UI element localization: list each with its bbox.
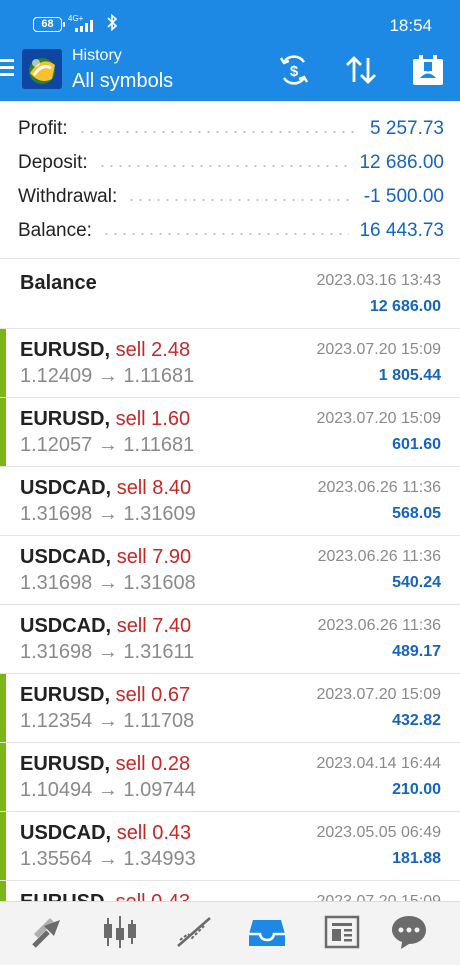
balance-entry[interactable]: Balance 2023.03.16 13:43 12 686.00	[0, 260, 460, 329]
trade-type: sell 2.48	[115, 339, 191, 361]
profit-bar	[0, 674, 6, 742]
trade-type: sell 8.40	[116, 477, 192, 499]
svg-text:$: $	[290, 63, 299, 80]
balance-entry-date: 2023.03.16 13:43	[316, 272, 441, 289]
profit-bar	[0, 398, 6, 466]
battery-level: 68	[41, 18, 54, 30]
bluetooth-icon	[106, 13, 118, 36]
withdrawal-label: Withdrawal:	[18, 186, 118, 207]
profit-bar	[0, 812, 6, 880]
trade-profit: 210.00	[392, 781, 441, 798]
trade-prices: 1.12409 → 1.11681	[20, 365, 195, 387]
battery-icon: 68	[33, 17, 65, 32]
trade-row[interactable]: USDCAD, sell 7.40 1.31698 → 1.31611 2023…	[0, 605, 460, 674]
trade-date: 2023.07.20 15:09	[316, 410, 441, 427]
trade-symbol: USDCAD,	[20, 615, 112, 637]
chat-icon[interactable]	[389, 912, 429, 952]
summary-profit: Profit: 5 257.73	[18, 116, 444, 142]
balance-entry-label: Balance	[20, 272, 97, 294]
trade-date: 2023.06.26 11:36	[317, 479, 441, 496]
summary-deposit: Deposit: 12 686.00	[18, 150, 444, 176]
leader-dots	[101, 233, 350, 235]
trade-prices: 1.31698 → 1.31608	[20, 572, 196, 594]
profit-value: 5 257.73	[370, 118, 444, 139]
currency-exchange-icon[interactable]: $	[276, 52, 312, 88]
trade-prices: 1.12354 → 1.11708	[20, 710, 195, 732]
trade-row[interactable]: EURUSD, sell 0.28 1.10494 → 1.09744 2023…	[0, 743, 460, 812]
status-time: 18:54	[389, 16, 432, 35]
trade-profit: 181.88	[392, 850, 441, 867]
trade-icon[interactable]	[28, 912, 68, 952]
trade-type: sell 0.43	[116, 822, 192, 844]
menu-icon[interactable]	[0, 59, 14, 77]
trade-prices: 1.10494 → 1.09744	[20, 779, 196, 801]
balance-label: Balance:	[18, 220, 92, 241]
profit-bar	[0, 329, 6, 397]
trade-date: 2023.06.26 11:36	[317, 617, 441, 634]
trade-profit: 568.05	[392, 505, 441, 522]
profit-label: Profit:	[18, 118, 68, 139]
trade-symbol: EURUSD,	[20, 339, 111, 361]
leader-dots	[77, 131, 361, 133]
balance-entry-amount: 12 686.00	[369, 298, 441, 315]
trade-type: sell 0.67	[115, 684, 191, 706]
trade-date: 2023.06.26 11:36	[317, 548, 441, 565]
sort-icon[interactable]	[343, 52, 379, 88]
trade-symbol: EURUSD,	[20, 408, 111, 430]
leader-dots	[97, 165, 350, 167]
trade-date: 2023.07.20 15:09	[316, 686, 441, 703]
calendar-icon[interactable]	[410, 52, 446, 88]
app-logo-icon[interactable]	[22, 49, 62, 89]
trade-prices: 1.31698 → 1.31611	[20, 641, 195, 663]
trade-row[interactable]: USDCAD, sell 8.40 1.31698 → 1.31609 2023…	[0, 467, 460, 536]
header-subtitle: History	[72, 47, 122, 64]
profit-bar	[0, 743, 6, 811]
trade-prices: 1.31698 → 1.31609	[20, 503, 196, 525]
signal-icon	[75, 19, 93, 32]
trade-row[interactable]: USDCAD, sell 7.90 1.31698 → 1.31608 2023…	[0, 536, 460, 605]
chart-candles-icon[interactable]	[100, 912, 140, 952]
trade-profit: 489.17	[392, 643, 441, 660]
trade-type: sell 7.40	[116, 615, 192, 637]
trade-profit: 540.24	[392, 574, 441, 591]
trade-symbol: USDCAD,	[20, 546, 112, 568]
trade-symbol: USDCAD,	[20, 477, 112, 499]
trade-row[interactable]: EURUSD, sell 0.67 1.12354 → 1.11708 2023…	[0, 674, 460, 743]
app-header: 68 4G+ 18:54 History All symbols $	[0, 0, 460, 101]
trade-type: sell 7.90	[116, 546, 192, 568]
summary-withdrawal: Withdrawal: -1 500.00	[18, 184, 444, 210]
status-bar: 68 4G+ 18:54	[0, 0, 460, 42]
leader-dots	[127, 199, 354, 201]
trade-type: sell 0.28	[115, 753, 191, 775]
withdrawal-value: -1 500.00	[363, 186, 444, 207]
trade-row[interactable]: USDCAD, sell 0.43 1.35564 → 1.34993 2023…	[0, 812, 460, 881]
summary-balance: Balance: 16 443.73	[18, 218, 444, 244]
trade-symbol: EURUSD,	[20, 684, 111, 706]
trade-row[interactable]: EURUSD, sell 2.48 1.12409 → 1.11681 2023…	[0, 329, 460, 398]
trade-row[interactable]: EURUSD, sell 1.60 1.12057 → 1.11681 2023…	[0, 398, 460, 467]
header-title[interactable]: All symbols	[72, 70, 173, 93]
news-icon[interactable]	[322, 912, 362, 952]
trend-line-icon[interactable]	[174, 912, 214, 952]
trade-prices: 1.35564 → 1.34993	[20, 848, 196, 870]
trade-date: 2023.07.20 15:09	[316, 341, 441, 358]
trade-profit: 601.60	[392, 436, 441, 453]
trade-date: 2023.05.05 06:49	[316, 824, 441, 841]
trade-profit: 432.82	[392, 712, 441, 729]
trade-type: sell 1.60	[115, 408, 191, 430]
bottom-navigation	[0, 901, 460, 965]
balance-value: 16 443.73	[359, 220, 444, 241]
trade-profit: 1 805.44	[378, 367, 441, 384]
trade-date: 2023.04.14 16:44	[316, 755, 441, 772]
trade-symbol: USDCAD,	[20, 822, 112, 844]
deposit-label: Deposit:	[18, 152, 88, 173]
trade-symbol: EURUSD,	[20, 753, 111, 775]
trade-prices: 1.12057 → 1.11681	[20, 434, 195, 456]
deposit-value: 12 686.00	[359, 152, 444, 173]
history-inbox-icon[interactable]	[247, 912, 287, 952]
history-summary: Profit: 5 257.73 Deposit: 12 686.00 With…	[0, 101, 460, 259]
